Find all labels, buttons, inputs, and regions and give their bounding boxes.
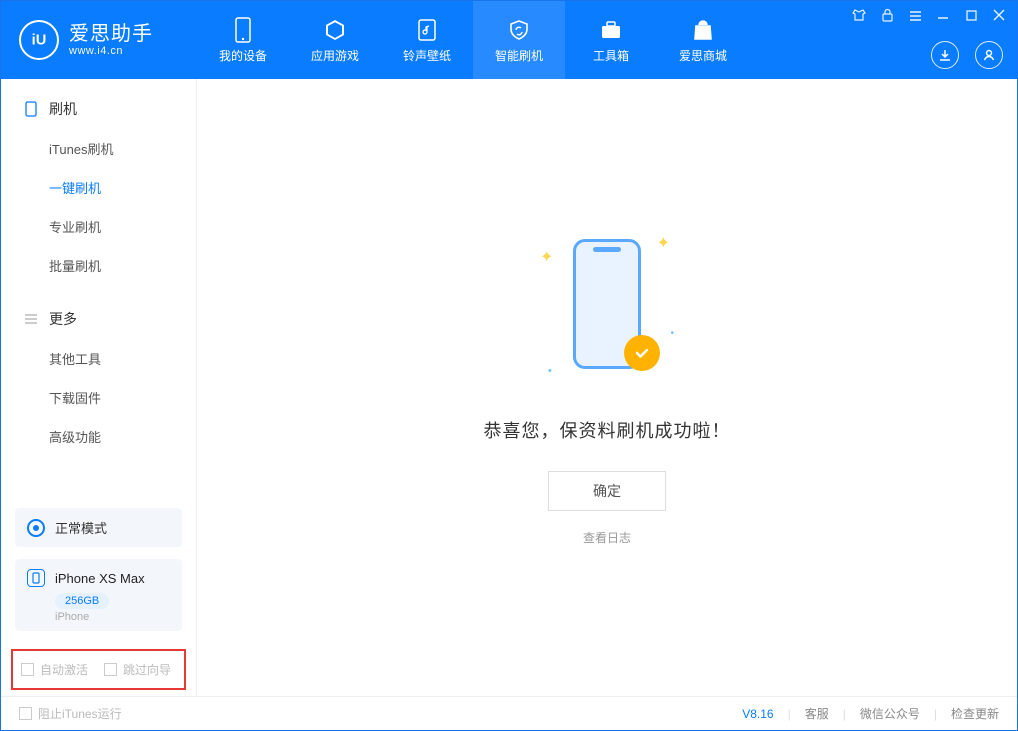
app-window: iU 爱思助手 www.i4.cn 我的设备 应用游戏 铃声壁纸 智能刷 (0, 0, 1018, 731)
checkbox-label: 阻止iTunes运行 (38, 705, 122, 722)
bag-icon (690, 17, 716, 43)
sidebar-item-pro-flash[interactable]: 专业刷机 (1, 207, 196, 246)
close-icon[interactable] (991, 7, 1007, 23)
checkbox-label: 跳过向导 (123, 661, 171, 678)
checkbox-skip-guide[interactable]: 跳过向导 (104, 661, 171, 678)
logo-icon: iU (19, 20, 59, 60)
nav-ringtones[interactable]: 铃声壁纸 (381, 1, 473, 79)
sidebar-item-batch-flash[interactable]: 批量刷机 (1, 246, 196, 285)
sparkle-icon: • (548, 365, 552, 377)
main-content: ✦ ✦ • • 恭喜您，保资料刷机成功啦！ 确定 查看日志 (197, 79, 1017, 696)
checkbox-group: 自动激活 跳过向导 (11, 649, 186, 690)
toolbox-icon (598, 17, 624, 43)
device-card[interactable]: iPhone XS Max 256GB iPhone (15, 559, 182, 631)
success-message: 恭喜您，保资料刷机成功啦！ (484, 417, 731, 443)
footer: 阻止iTunes运行 V8.16 | 客服 | 微信公众号 | 检查更新 (1, 696, 1017, 730)
user-icon[interactable] (975, 41, 1003, 69)
cube-icon (322, 17, 348, 43)
shirt-icon[interactable] (851, 7, 867, 23)
mode-card[interactable]: 正常模式 (15, 508, 182, 547)
checkbox-block-itunes[interactable]: 阻止iTunes运行 (19, 705, 122, 722)
nav: 我的设备 应用游戏 铃声壁纸 智能刷机 工具箱 爱思商城 (197, 1, 749, 79)
check-badge-icon (624, 335, 660, 371)
logo-area: iU 爱思助手 www.i4.cn (1, 1, 197, 79)
section-title: 更多 (49, 309, 77, 329)
download-icon[interactable] (931, 41, 959, 69)
phone-icon (23, 101, 39, 117)
section-title: 刷机 (49, 99, 77, 119)
sparkle-icon: • (670, 328, 674, 339)
nav-toolbox[interactable]: 工具箱 (565, 1, 657, 79)
nav-label: 爱思商城 (679, 47, 727, 64)
footer-link-wechat[interactable]: 微信公众号 (860, 705, 920, 722)
nav-label: 铃声壁纸 (403, 47, 451, 64)
nav-label: 我的设备 (219, 47, 267, 64)
music-file-icon (414, 17, 440, 43)
sidebar-item-download-firmware[interactable]: 下载固件 (1, 378, 196, 417)
checkbox-icon (21, 663, 34, 676)
sidebar-item-advanced[interactable]: 高级功能 (1, 417, 196, 456)
svg-text:iU: iU (32, 33, 47, 49)
nav-label: 工具箱 (593, 47, 629, 64)
shield-refresh-icon (506, 17, 532, 43)
checkbox-icon (104, 663, 117, 676)
app-url: www.i4.cn (69, 45, 153, 57)
sparkle-icon: ✦ (540, 247, 553, 267)
menu-icon[interactable] (907, 7, 923, 23)
lock-icon[interactable] (879, 7, 895, 23)
device-type: iPhone (55, 611, 89, 623)
checkbox-label: 自动激活 (40, 661, 88, 678)
checkbox-icon (19, 707, 32, 720)
sparkle-icon: ✦ (657, 233, 670, 253)
maximize-icon[interactable] (963, 7, 979, 23)
nav-label: 应用游戏 (311, 47, 359, 64)
list-icon (23, 311, 39, 327)
nav-store[interactable]: 爱思商城 (657, 1, 749, 79)
minimize-icon[interactable] (935, 7, 951, 23)
device-icon (230, 17, 256, 43)
header: iU 爱思助手 www.i4.cn 我的设备 应用游戏 铃声壁纸 智能刷 (1, 1, 1017, 79)
sidebar: 刷机 iTunes刷机 一键刷机 专业刷机 批量刷机 更多 其他工具 下载固件 … (1, 79, 197, 696)
app-title: 爱思助手 (69, 23, 153, 45)
success-illustration: ✦ ✦ • • (552, 229, 662, 389)
header-actions (931, 41, 1003, 69)
sidebar-section-flash: 刷机 (1, 93, 196, 129)
nav-my-device[interactable]: 我的设备 (197, 1, 289, 79)
version-label: V8.16 (742, 707, 773, 721)
sidebar-item-itunes-flash[interactable]: iTunes刷机 (1, 129, 196, 168)
sidebar-item-other-tools[interactable]: 其他工具 (1, 339, 196, 378)
nav-apps[interactable]: 应用游戏 (289, 1, 381, 79)
nav-label: 智能刷机 (495, 47, 543, 64)
ok-button[interactable]: 确定 (548, 471, 666, 511)
sidebar-item-oneclick-flash[interactable]: 一键刷机 (1, 168, 196, 207)
device-capacity: 256GB (55, 593, 109, 609)
phone-small-icon (27, 569, 45, 587)
checkbox-auto-activate[interactable]: 自动激活 (21, 661, 88, 678)
mode-dot-icon (27, 519, 45, 537)
sidebar-section-more: 更多 (1, 303, 196, 339)
footer-link-update[interactable]: 检查更新 (951, 705, 999, 722)
mode-label: 正常模式 (55, 518, 107, 537)
view-log-link[interactable]: 查看日志 (583, 529, 631, 546)
window-controls (851, 7, 1007, 23)
body: 刷机 iTunes刷机 一键刷机 专业刷机 批量刷机 更多 其他工具 下载固件 … (1, 79, 1017, 696)
nav-flash[interactable]: 智能刷机 (473, 1, 565, 79)
device-name: iPhone XS Max (55, 571, 145, 586)
footer-link-support[interactable]: 客服 (805, 705, 829, 722)
